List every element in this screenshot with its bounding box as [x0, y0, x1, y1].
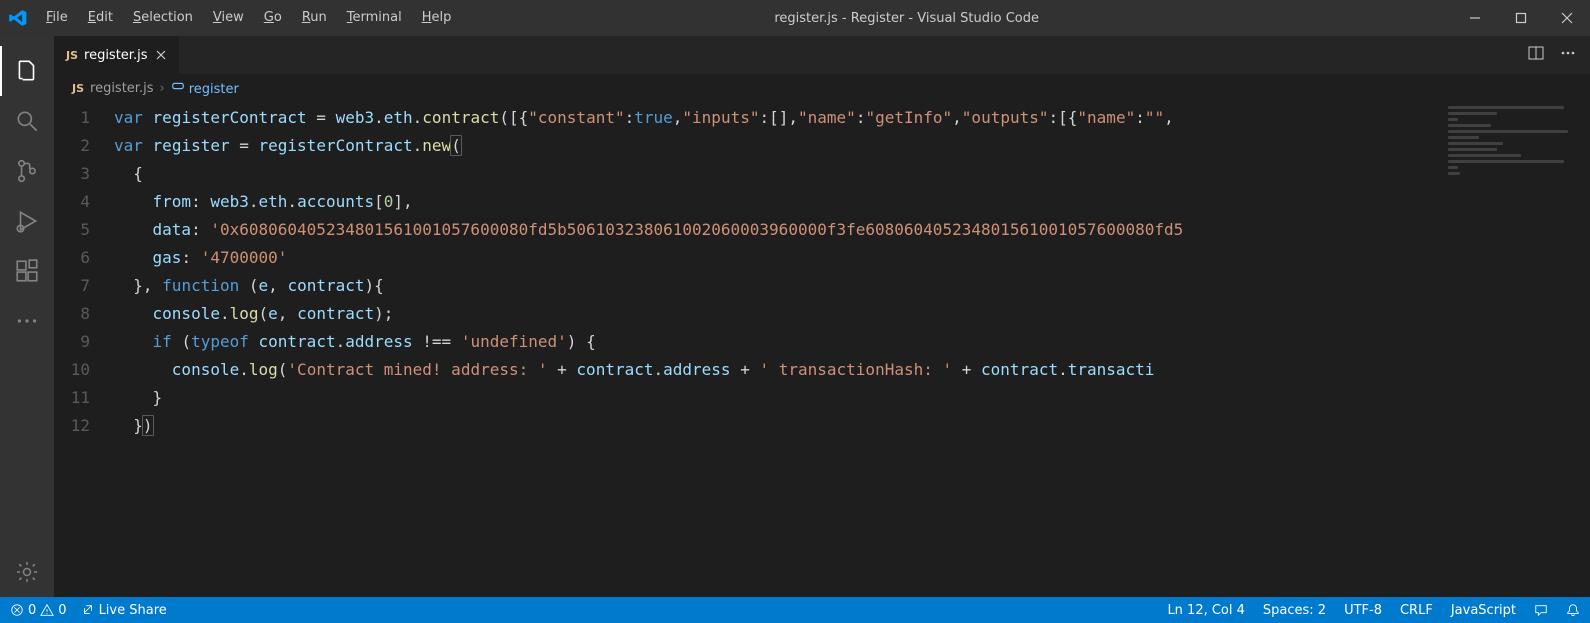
- menu-terminal[interactable]: Terminal: [337, 0, 412, 36]
- status-problems[interactable]: 0 0: [10, 603, 67, 618]
- main-area: JS register.js JS register.js ›: [0, 36, 1590, 597]
- source-control-icon[interactable]: [0, 146, 54, 196]
- line-number: 7: [54, 272, 114, 300]
- file-js-icon: JS: [72, 82, 84, 95]
- menu-help[interactable]: Help: [412, 0, 462, 36]
- code-line[interactable]: 10 console.log('Contract mined! address:…: [54, 356, 1444, 384]
- status-bell-icon[interactable]: [1566, 603, 1580, 617]
- status-encoding[interactable]: UTF-8: [1344, 603, 1382, 618]
- more-icon[interactable]: [0, 296, 54, 346]
- file-js-icon: JS: [66, 49, 78, 62]
- overview-ruler[interactable]: [1574, 102, 1590, 597]
- status-feedback-icon[interactable]: [1534, 603, 1548, 617]
- tab-label: register.js: [84, 48, 147, 63]
- extensions-icon[interactable]: [0, 246, 54, 296]
- editor[interactable]: 1var registerContract = web3.eth.contrac…: [54, 102, 1444, 597]
- breadcrumb-file[interactable]: register.js: [90, 81, 153, 96]
- run-debug-icon[interactable]: [0, 196, 54, 246]
- more-actions-icon[interactable]: [1560, 45, 1576, 65]
- minimap[interactable]: [1444, 102, 1574, 597]
- line-number: 12: [54, 412, 114, 440]
- close-button[interactable]: [1544, 0, 1590, 36]
- status-live-share[interactable]: Live Share: [81, 603, 167, 618]
- menu-run[interactable]: Run: [292, 0, 337, 36]
- menu-file[interactable]: File: [36, 0, 78, 36]
- code-line[interactable]: 5 data: '0x60806040523480156100105760008…: [54, 216, 1444, 244]
- editor-column: JS register.js JS register.js ›: [54, 36, 1590, 597]
- settings-gear-icon[interactable]: [0, 547, 54, 597]
- activity-bar: [0, 36, 54, 597]
- status-eol[interactable]: CRLF: [1400, 603, 1433, 618]
- code-line[interactable]: 7 }, function (e, contract){: [54, 272, 1444, 300]
- menu-go[interactable]: Go: [254, 0, 292, 36]
- maximize-button[interactable]: [1498, 0, 1544, 36]
- line-number: 1: [54, 104, 114, 132]
- minimize-button[interactable]: [1452, 0, 1498, 36]
- line-number: 2: [54, 132, 114, 160]
- tab-actions: [1514, 36, 1590, 74]
- status-bar: 0 0 Live Share Ln 12, Col 4 Spaces: 2 UT…: [0, 597, 1590, 623]
- explorer-icon[interactable]: [0, 46, 54, 96]
- line-number: 4: [54, 188, 114, 216]
- menu-edit[interactable]: Edit: [78, 0, 123, 36]
- line-number: 9: [54, 328, 114, 356]
- tab-register-js[interactable]: JS register.js: [54, 36, 180, 74]
- title-bar: File Edit Selection View Go Run Terminal…: [0, 0, 1590, 36]
- code-line[interactable]: 12 }): [54, 412, 1444, 440]
- line-number: 10: [54, 356, 114, 384]
- editor-wrap: 1var registerContract = web3.eth.contrac…: [54, 102, 1590, 597]
- breadcrumbs[interactable]: JS register.js › register: [54, 74, 1590, 102]
- tab-bar: JS register.js: [54, 36, 1590, 74]
- variable-icon: [171, 79, 185, 93]
- status-spaces[interactable]: Spaces: 2: [1263, 603, 1326, 618]
- split-editor-icon[interactable]: [1528, 45, 1544, 65]
- line-number: 6: [54, 244, 114, 272]
- status-ln-col[interactable]: Ln 12, Col 4: [1167, 603, 1244, 618]
- code-line[interactable]: 1var registerContract = web3.eth.contrac…: [54, 104, 1444, 132]
- search-icon[interactable]: [0, 96, 54, 146]
- menu-view[interactable]: View: [203, 0, 254, 36]
- status-language[interactable]: JavaScript: [1451, 603, 1516, 618]
- menu-selection[interactable]: Selection: [123, 0, 203, 36]
- line-number: 5: [54, 216, 114, 244]
- line-number: 11: [54, 384, 114, 412]
- code-line[interactable]: 9 if (typeof contract.address !== 'undef…: [54, 328, 1444, 356]
- code-line[interactable]: 6 gas: '4700000': [54, 244, 1444, 272]
- breadcrumb-symbol[interactable]: register: [171, 79, 239, 97]
- code-line[interactable]: 4 from: web3.eth.accounts[0],: [54, 188, 1444, 216]
- status-warning-count: 0: [58, 603, 66, 618]
- code-line[interactable]: 8 console.log(e, contract);: [54, 300, 1444, 328]
- status-error-count: 0: [28, 603, 36, 618]
- chevron-right-icon: ›: [159, 81, 164, 96]
- code-line[interactable]: 11 }: [54, 384, 1444, 412]
- window-controls: [1452, 0, 1590, 36]
- code-line[interactable]: 3 {: [54, 160, 1444, 188]
- tab-close-button[interactable]: [153, 47, 169, 63]
- menu-bar: File Edit Selection View Go Run Terminal…: [36, 0, 461, 36]
- code-line[interactable]: 2var register = registerContract.new(: [54, 132, 1444, 160]
- vscode-logo-icon: [0, 8, 36, 28]
- line-number: 3: [54, 160, 114, 188]
- line-number: 8: [54, 300, 114, 328]
- window-title: register.js - Register - Visual Studio C…: [461, 11, 1452, 26]
